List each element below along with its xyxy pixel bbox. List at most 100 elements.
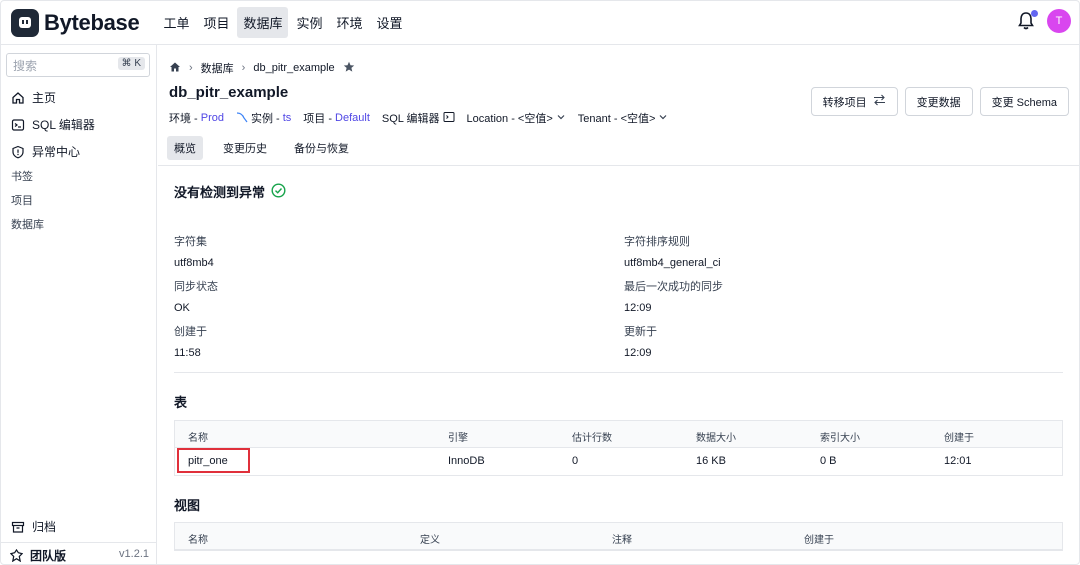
plan-badge[interactable]: 团队版 [9, 547, 66, 564]
notification-dot [1031, 10, 1038, 17]
collation-field: 字符排序规则 utf8mb4_general_ci [624, 233, 721, 269]
anomaly-text: 没有检测到异常 [174, 185, 266, 200]
breadcrumb: › 数据库 › db_pitr_example [169, 60, 355, 76]
nav-projects[interactable]: 项目 [197, 7, 235, 38]
project-label: 项目 - [303, 113, 333, 125]
tab-change-history[interactable]: 变更历史 [216, 136, 274, 160]
chevron-down-icon [556, 112, 566, 125]
location-select[interactable]: Location - <空值> [467, 110, 566, 126]
sql-editor-label: SQL 编辑器 [381, 113, 440, 125]
col-created: 创建于 [804, 535, 834, 546]
col-definition: 定义 [420, 535, 440, 546]
shield-icon [11, 145, 25, 159]
logo[interactable]: Bytebase [11, 8, 140, 37]
sidebar-item-archive[interactable]: 归档 [11, 518, 56, 535]
tenant-select[interactable]: Tenant - <空值> [578, 110, 669, 126]
nav-environments[interactable]: 环境 [331, 7, 369, 38]
last-sync-label: 最后一次成功的同步 [624, 281, 723, 293]
nav-settings[interactable]: 设置 [371, 7, 409, 38]
top-bar: Bytebase 工单 项目 数据库 实例 环境 设置 T [1, 1, 1079, 45]
col-name: 名称 [188, 433, 208, 444]
charset-value: utf8mb4 [174, 257, 214, 269]
sidebar-section-projects[interactable]: 项目 [11, 192, 33, 208]
updated-field: 更新于 12:09 [624, 323, 657, 359]
collation-value: utf8mb4_general_ci [624, 257, 721, 269]
search-input[interactable]: 搜索 ⌘ K [6, 53, 150, 77]
table-row[interactable]: pitr_one InnoDB 0 16 KB 0 B 12:01 [175, 448, 1062, 475]
bytebase-logo-icon [11, 8, 39, 37]
instance-link[interactable]: ts [283, 112, 292, 124]
puzzle-icon [9, 549, 23, 563]
chevron-right-icon: › [241, 62, 246, 74]
table-header: 名称 定义 注释 创建于 [175, 523, 1062, 550]
tables-table: 名称 引擎 估计行数 数据大小 索引大小 创建于 pitr_one InnoDB… [174, 420, 1063, 476]
chevron-right-icon: › [189, 62, 193, 74]
tab-bar: 概览 变更历史 备份与恢复 [167, 136, 356, 160]
last-sync-field: 最后一次成功的同步 12:09 [624, 278, 723, 314]
sidebar-section-databases[interactable]: 数据库 [11, 216, 44, 232]
breadcrumb-databases[interactable]: 数据库 [201, 60, 234, 76]
sidebar-item-home[interactable]: 主页 [11, 89, 56, 106]
tab-overview[interactable]: 概览 [167, 136, 203, 160]
col-data-size: 数据大小 [696, 433, 736, 444]
top-nav: 工单 项目 数据库 实例 环境 设置 [157, 7, 408, 38]
col-comment: 注释 [612, 535, 632, 546]
sidebar-footer: 团队版 v1.2.1 [1, 542, 157, 564]
created-field: 创建于 11:58 [174, 323, 207, 359]
project-link[interactable]: Default [335, 112, 370, 124]
change-data-button[interactable]: 变更数据 [904, 87, 973, 116]
updated-label: 更新于 [624, 326, 657, 338]
env-link[interactable]: Prod [201, 112, 224, 124]
cell-index-size: 0 B [820, 455, 837, 467]
home-icon[interactable] [169, 61, 181, 76]
version-label: v1.2.1 [119, 548, 149, 560]
location-label: Location - <空值> [466, 113, 553, 125]
sidebar-item-label: 主页 [32, 91, 57, 105]
cell-name[interactable]: pitr_one [188, 455, 228, 467]
swap-arrows-icon [873, 94, 886, 109]
env-label: 环境 - [169, 113, 198, 125]
sync-status-value: OK [174, 302, 190, 314]
col-index-size: 索引大小 [820, 433, 860, 444]
sidebar-item-anomaly-center[interactable]: 异常中心 [11, 143, 80, 160]
sidebar-section-bookmarks[interactable]: 书签 [11, 168, 33, 184]
tables-title: 表 [174, 395, 188, 410]
instance-info: 实例 - ts [236, 110, 291, 126]
avatar[interactable]: T [1047, 9, 1071, 33]
nav-issues[interactable]: 工单 [157, 7, 195, 38]
terminal-icon [11, 118, 25, 132]
created-value: 11:58 [174, 347, 201, 359]
sidebar-item-label: 归档 [32, 520, 57, 534]
instance-label: 实例 - [250, 113, 280, 125]
sidebar: 搜索 ⌘ K 主页 SQL 编辑器 异常中心 书签 项目 数据库 归档 团队版 … [1, 45, 157, 564]
search-placeholder: 搜索 [13, 58, 38, 73]
star-icon[interactable] [343, 61, 355, 76]
chevron-down-icon [658, 112, 668, 125]
charset-label: 字符集 [174, 236, 207, 248]
sync-status-field: 同步状态 OK [174, 278, 218, 314]
views-title: 视图 [174, 498, 201, 513]
nav-databases[interactable]: 数据库 [237, 7, 289, 38]
tab-backup-restore[interactable]: 备份与恢复 [287, 136, 356, 160]
project-info: 项目 - Default [303, 110, 370, 126]
nav-instances[interactable]: 实例 [290, 7, 328, 38]
col-name: 名称 [188, 535, 208, 546]
check-circle-icon [271, 182, 286, 201]
mysql-icon [236, 111, 248, 126]
sidebar-item-sql-editor[interactable]: SQL 编辑器 [11, 116, 95, 133]
logo-text: Bytebase [44, 9, 140, 35]
sidebar-item-label: SQL 编辑器 [32, 118, 95, 132]
col-engine: 引擎 [448, 433, 468, 444]
env-info: 环境 - Prod [169, 110, 224, 126]
transfer-project-button[interactable]: 转移项目 [810, 87, 898, 116]
updated-value: 12:09 [624, 347, 652, 359]
main-content: › 数据库 › db_pitr_example db_pitr_example … [158, 45, 1079, 564]
breadcrumb-current: db_pitr_example [253, 62, 335, 74]
col-created: 创建于 [944, 433, 974, 444]
search-shortcut: ⌘ K [117, 57, 145, 70]
change-schema-button[interactable]: 变更 Schema [979, 87, 1069, 116]
section-divider [174, 372, 1063, 373]
transfer-project-label: 转移项目 [822, 96, 867, 109]
bell-icon[interactable] [1017, 10, 1038, 31]
sql-editor-link[interactable]: SQL 编辑器 [382, 110, 455, 126]
